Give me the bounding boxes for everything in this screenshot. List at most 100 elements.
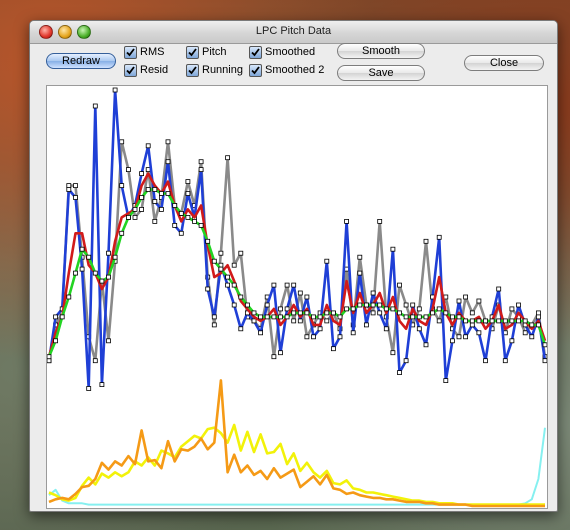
point-pitch-40: [311, 334, 316, 340]
point-pitch-raw-23: [198, 159, 204, 165]
point-pitch-raw-11: [119, 139, 125, 145]
point-pitch-66: [483, 358, 488, 364]
point-pitch-raw-39: [304, 334, 310, 340]
point-pitch-smoothed-67: [489, 318, 495, 324]
point-pitch-raw-63: [463, 294, 469, 300]
save-button[interactable]: Save: [337, 65, 425, 81]
point-pitch-smoothed-44: [337, 314, 343, 320]
series-line-level: [48, 427, 546, 506]
point-pitch-smoothed-75: [542, 342, 547, 348]
pitch-checkbox[interactable]: Pitch: [186, 45, 226, 59]
point-pitch-24: [205, 286, 211, 292]
point-pitch-smoothed-9: [106, 274, 111, 280]
point-pitch-smoothed-1: [53, 338, 58, 344]
point-pitch-smoothed-22: [192, 218, 197, 224]
point-pitch-smoothed-56: [416, 314, 422, 320]
point-pitch-smoothed-42: [324, 310, 330, 316]
point-pitch-17: [159, 207, 164, 212]
point-pitch-smoothed-19: [172, 203, 178, 208]
smoothed-2-checkbox[interactable]: Smoothed 2: [249, 63, 324, 77]
point-pitch-50: [377, 310, 383, 316]
point-pitch-raw-64: [469, 310, 475, 316]
resid-checkbox-box[interactable]: [124, 63, 137, 77]
point-pitch-37: [291, 282, 297, 288]
point-pitch-raw-27: [225, 155, 231, 161]
rms-label: RMS: [140, 46, 165, 58]
point-pitch-57: [423, 342, 429, 348]
point-pitch-21: [185, 191, 191, 196]
title-bar[interactable]: LPC Pitch Data: [30, 21, 557, 44]
point-pitch-33: [264, 302, 270, 308]
point-pitch-raw-38: [297, 290, 303, 296]
resid-checkbox[interactable]: Resid: [124, 63, 168, 77]
point-pitch-11: [119, 183, 125, 188]
point-pitch-raw-3: [66, 183, 72, 188]
point-pitch-19: [172, 222, 178, 228]
point-pitch-raw-36: [284, 282, 290, 288]
point-pitch-raw-49: [370, 310, 376, 316]
smooth-button[interactable]: Smooth: [337, 43, 425, 59]
point-pitch-38: [297, 318, 303, 324]
point-pitch-68: [496, 286, 502, 292]
point-pitch-smoothed-31: [251, 310, 257, 316]
pitch-checkbox-box[interactable]: [186, 45, 199, 59]
point-pitch-35: [278, 350, 283, 356]
point-pitch-smoothed-2: [59, 314, 65, 320]
point-pitch-36: [284, 306, 290, 312]
rms-checkbox-box[interactable]: [124, 45, 137, 59]
point-pitch-smoothed-43: [330, 310, 336, 316]
point-pitch-59: [436, 234, 442, 240]
point-pitch-smoothed-32: [258, 314, 264, 320]
point-pitch-47: [357, 270, 363, 276]
point-pitch-raw-72: [522, 330, 528, 336]
point-pitch-raw-65: [476, 298, 482, 304]
point-pitch-smoothed-70: [509, 318, 515, 324]
point-pitch-70: [509, 338, 515, 344]
point-pitch-raw-21: [185, 179, 191, 184]
check-icon: [126, 65, 135, 74]
point-pitch-raw-12: [126, 167, 131, 172]
point-pitch-smoothed-6: [86, 254, 92, 260]
point-pitch-9: [106, 250, 111, 256]
point-pitch-raw-29: [238, 250, 244, 256]
close-button[interactable]: Close: [464, 55, 544, 71]
point-pitch-74: [535, 314, 541, 320]
smoothed-checkbox-box[interactable]: [249, 45, 262, 59]
point-pitch-smoothed-28: [231, 282, 237, 288]
point-pitch-55: [410, 302, 416, 308]
point-pitch-smoothed-57: [423, 314, 429, 320]
point-pitch-smoothed-53: [397, 310, 402, 316]
redraw-button[interactable]: Redraw: [46, 53, 116, 69]
point-pitch-raw-57: [423, 238, 429, 244]
point-pitch-56: [416, 326, 422, 332]
point-pitch-smoothed-14: [139, 195, 144, 200]
point-pitch-61: [449, 338, 455, 344]
point-pitch-smoothed-13: [132, 207, 138, 212]
point-pitch-71: [516, 302, 521, 308]
point-pitch-smoothed-48: [363, 302, 369, 308]
point-pitch-smoothed-49: [370, 302, 376, 308]
smoothed-checkbox[interactable]: Smoothed: [249, 45, 315, 59]
rms-checkbox[interactable]: RMS: [124, 45, 164, 59]
smoothed-2-checkbox-box[interactable]: [249, 63, 262, 77]
point-pitch-smoothed-30: [244, 302, 250, 308]
point-pitch-smoothed-26: [218, 266, 224, 272]
point-pitch-raw-7: [92, 358, 98, 364]
running-checkbox-box[interactable]: [186, 63, 199, 77]
point-pitch-smoothed-10: [112, 254, 118, 260]
point-pitch-44: [337, 334, 343, 340]
point-pitch-raw-9: [106, 338, 111, 344]
point-pitch-smoothed-51: [383, 306, 389, 312]
point-pitch-smoothed-23: [198, 222, 204, 228]
point-pitch-smoothed-74: [535, 322, 541, 328]
point-pitch-smoothed-7: [92, 270, 98, 276]
point-pitch-smoothed-11: [119, 230, 125, 236]
running-checkbox[interactable]: Running: [186, 63, 243, 77]
point-pitch-smoothed-54: [403, 314, 409, 320]
point-pitch-14: [139, 171, 144, 176]
point-pitch-27: [225, 282, 231, 288]
check-icon: [251, 65, 260, 74]
point-pitch-52: [390, 246, 396, 252]
point-pitch-20: [178, 230, 184, 236]
running-label: Running: [202, 64, 243, 76]
